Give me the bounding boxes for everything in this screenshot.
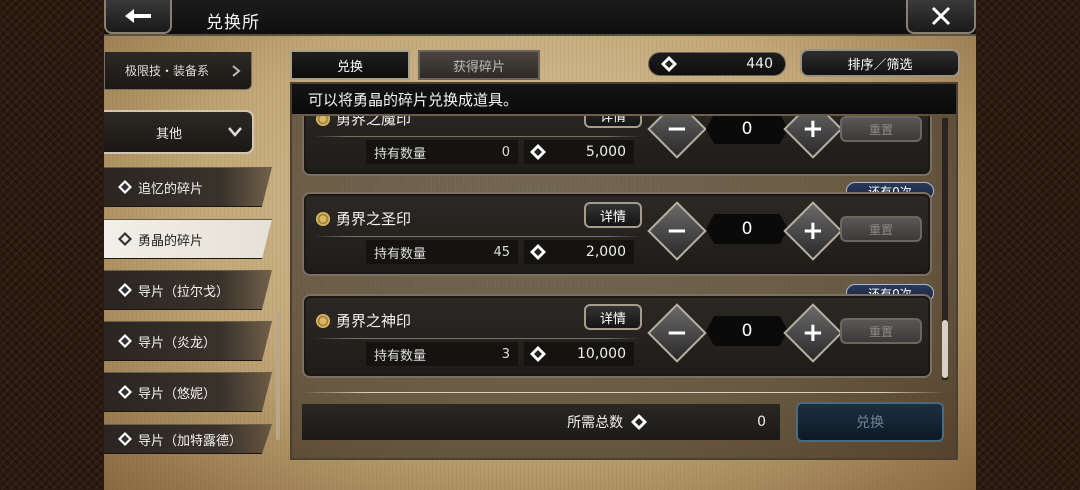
sort-filter-button[interactable]: 排序／筛选	[800, 49, 960, 77]
minus-icon: −	[666, 317, 688, 348]
reset-button[interactable]: 重置	[840, 216, 922, 242]
sidebar-item-label: 导片（炎龙）	[138, 335, 217, 351]
diamond-icon	[118, 283, 132, 297]
divider	[314, 136, 640, 137]
item-title: 勇界之神印	[316, 310, 411, 331]
tab-get-shards[interactable]: 获得碎片	[418, 50, 540, 80]
list-scrollbar-thumb[interactable]	[942, 320, 948, 378]
divider	[314, 236, 640, 237]
sidebar-item-label: 勇晶的碎片	[138, 233, 204, 249]
item-name: 勇界之魔印	[336, 116, 412, 128]
diamond-icon	[118, 232, 132, 246]
diamond-crystal-icon	[530, 346, 546, 362]
price-value: 10,000	[577, 346, 626, 362]
price-box: 2,000	[524, 240, 634, 264]
held-quantity: 持有数量 3	[366, 342, 518, 366]
increase-button[interactable]: +	[783, 201, 843, 261]
held-label: 持有数量	[374, 146, 427, 162]
chevron-down-icon	[228, 127, 242, 137]
sidebar-scrollbar[interactable]	[276, 310, 280, 440]
quantity-value: 0	[706, 116, 788, 144]
item-name: 勇界之神印	[336, 312, 412, 330]
diamond-icon	[118, 180, 132, 194]
sidebar-item-label: 导片（拉尔戈）	[138, 284, 230, 300]
total-value: 0	[757, 414, 766, 430]
price-box: 5,000	[524, 140, 634, 164]
sidebar-item-memory-shard[interactable]: 追忆的碎片	[104, 167, 272, 207]
diamond-crystal-icon	[530, 244, 546, 260]
diamond-icon	[118, 334, 132, 348]
sidebar-item-label: 导片（加特露德）	[138, 433, 243, 449]
price-value: 2,000	[585, 244, 626, 260]
decrease-button[interactable]: −	[647, 116, 707, 159]
item-row-clip: 勇界之魔印 详情 持有数量 0 5,000 − 0 + 重置	[300, 116, 936, 178]
item-row-holy-seal: 勇界之圣印 详情 持有数量 45 2,000 − 0 + 重置	[302, 192, 932, 276]
sidebar-item-guide-largo[interactable]: 导片（拉尔戈）	[104, 270, 272, 310]
held-quantity: 持有数量 45	[366, 240, 518, 264]
diamond-crystal-icon	[631, 414, 648, 430]
sidebar-category-label: 极限技・装备系	[125, 64, 210, 78]
item-title: 勇界之魔印	[316, 116, 411, 129]
increase-button[interactable]: +	[783, 303, 843, 363]
detail-button[interactable]: 详情	[584, 116, 642, 128]
price-value: 5,000	[585, 144, 626, 160]
quantity-value: 0	[706, 214, 788, 244]
detail-button[interactable]: 详情	[584, 202, 642, 228]
held-label: 持有数量	[374, 348, 427, 364]
currency-amount: 440	[746, 56, 773, 72]
sidebar-category-ultimate[interactable]: 极限技・装备系	[104, 52, 252, 90]
item-row-god-seal: 勇界之神印 详情 持有数量 3 10,000 − 0 + 重置	[302, 294, 932, 378]
sidebar-item-guide-yuni[interactable]: 导片（悠妮）	[104, 372, 272, 412]
diamond-icon	[118, 385, 132, 399]
held-value: 0	[501, 144, 510, 160]
seal-icon	[316, 211, 330, 226]
page-title: 兑换所	[206, 13, 260, 33]
sidebar-item-guide-dragon[interactable]: 导片（炎龙）	[104, 321, 272, 361]
total-required-bar: 所需总数 0	[302, 404, 780, 440]
divider	[314, 338, 640, 339]
held-quantity: 持有数量 0	[366, 140, 518, 164]
close-button[interactable]	[906, 0, 976, 34]
plus-icon: +	[802, 116, 824, 144]
held-value: 45	[493, 244, 510, 260]
sidebar-item-label: 导片（悠妮）	[138, 386, 217, 402]
increase-button[interactable]: +	[783, 116, 843, 159]
seal-icon	[316, 116, 330, 126]
sidebar-category-other[interactable]: 其他	[104, 110, 254, 154]
item-name: 勇界之圣印	[336, 210, 412, 228]
minus-icon: −	[666, 215, 688, 246]
chevron-right-icon	[232, 64, 241, 77]
exchange-submit-button[interactable]: 兑换	[796, 402, 944, 442]
plus-icon: +	[802, 215, 824, 246]
back-arrow-icon	[125, 9, 151, 23]
decrease-button[interactable]: −	[647, 303, 707, 363]
plus-icon: +	[802, 317, 824, 348]
detail-button[interactable]: 详情	[584, 304, 642, 330]
held-label: 持有数量	[374, 246, 427, 262]
minus-icon: −	[666, 116, 688, 144]
quantity-value: 0	[706, 316, 788, 346]
item-title: 勇界之圣印	[316, 208, 411, 229]
seal-icon	[316, 313, 330, 328]
item-row-demon-seal: 勇界之魔印 详情 持有数量 0 5,000 − 0 + 重置	[302, 116, 932, 176]
currency-display: 440	[648, 52, 786, 76]
reset-button[interactable]: 重置	[840, 318, 922, 344]
diamond-crystal-icon	[530, 144, 546, 160]
diamond-crystal-icon	[661, 56, 677, 72]
tab-exchange[interactable]: 兑换	[290, 50, 410, 80]
back-button[interactable]	[104, 0, 172, 34]
info-text: 可以将勇晶的碎片兑换成道具。	[292, 84, 956, 114]
ornament-divider	[302, 392, 946, 393]
held-value: 3	[501, 346, 510, 362]
sidebar-category-label: 其他	[156, 126, 183, 142]
sidebar-item-label: 追忆的碎片	[138, 181, 204, 197]
price-box: 10,000	[524, 342, 634, 366]
decrease-button[interactable]: −	[647, 201, 707, 261]
sidebar-item-guide-gertrude[interactable]: 导片（加特露德）	[104, 424, 272, 454]
reset-button[interactable]: 重置	[840, 116, 922, 142]
close-icon	[931, 6, 951, 26]
total-label: 所需总数	[567, 415, 624, 431]
diamond-icon	[118, 432, 132, 446]
sidebar-item-brave-shard[interactable]: 勇晶的碎片	[104, 219, 272, 259]
